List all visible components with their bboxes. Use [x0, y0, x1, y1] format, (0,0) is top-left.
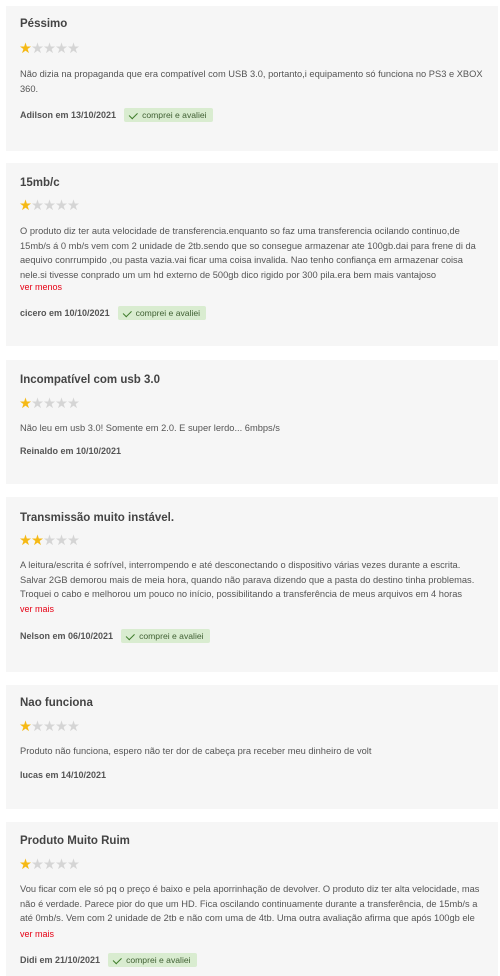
review-author-date: Reinaldo em 10/10/2021	[20, 446, 122, 456]
check-icon	[128, 109, 138, 119]
review-card: Nao funciona ★ ★ ★ ★ ★ Produto não funci…	[6, 685, 498, 809]
star-empty-icon: ★	[43, 719, 56, 735]
review-card: Péssimo ★ ★ ★ ★ ★ Não dizia na propagand…	[6, 6, 498, 151]
review-meta: Nelson em 06/10/2021 comprei e avaliei	[20, 629, 210, 643]
star-empty-icon: ★	[31, 719, 44, 735]
star-empty-icon: ★	[55, 857, 68, 873]
star-empty-icon: ★	[55, 396, 68, 412]
star-empty-icon: ★	[31, 857, 44, 873]
star-filled-icon: ★	[19, 396, 32, 412]
review-card: Produto Muito Ruim ★ ★ ★ ★ ★ Vou ficar c…	[6, 822, 498, 976]
star-empty-icon: ★	[43, 41, 56, 57]
review-author-date: cicero em 10/10/2021	[20, 308, 110, 318]
review-card: Incompatível com usb 3.0 ★ ★ ★ ★ ★ Não l…	[6, 360, 498, 484]
review-text: Vou ficar com ele só pq o preço é baixo …	[20, 884, 480, 923]
see-less-link[interactable]: ver menos	[20, 282, 62, 292]
star-empty-icon: ★	[43, 198, 56, 214]
star-empty-icon: ★	[67, 41, 80, 57]
star-filled-icon: ★	[19, 533, 32, 549]
star-rating: ★ ★ ★ ★ ★	[19, 41, 80, 57]
star-empty-icon: ★	[55, 533, 68, 549]
star-empty-icon: ★	[67, 396, 80, 412]
star-empty-icon: ★	[55, 41, 68, 57]
star-filled-icon: ★	[19, 198, 32, 214]
review-meta: Didi em 21/10/2021 comprei e avaliei	[20, 953, 197, 967]
badge-label: comprei e avaliei	[126, 955, 191, 965]
see-more-link[interactable]: ver mais	[20, 604, 54, 614]
star-rating: ★ ★ ★ ★ ★	[19, 719, 80, 735]
review-author-date: lucas em 14/10/2021	[20, 770, 107, 780]
star-empty-icon: ★	[55, 198, 68, 214]
review-text: A leitura/escrita é sofrível, interrompe…	[20, 560, 475, 599]
review-title: Incompatível com usb 3.0	[20, 374, 160, 386]
badge-label: comprei e avaliei	[142, 110, 207, 120]
verified-purchase-badge: comprei e avaliei	[117, 306, 207, 320]
star-empty-icon: ★	[31, 198, 44, 214]
review-text: Não leu em usb 3.0! Somente em 2.0. E su…	[20, 423, 280, 433]
star-empty-icon: ★	[67, 719, 80, 735]
star-empty-icon: ★	[67, 198, 80, 214]
review-meta: cicero em 10/10/2021 comprei e avaliei	[20, 306, 207, 320]
review-title: Nao funciona	[20, 697, 93, 709]
review-author-date: Didi em 21/10/2021	[20, 955, 101, 965]
review-author-date: Adilson em 13/10/2021	[20, 110, 117, 120]
reviews-list: Péssimo ★ ★ ★ ★ ★ Não dizia na propagand…	[0, 0, 500, 976]
star-empty-icon: ★	[31, 41, 44, 57]
check-icon	[125, 630, 135, 640]
review-meta: Reinaldo em 10/10/2021	[20, 446, 121, 456]
review-title: Transmissão muito instável.	[20, 512, 175, 524]
review-card: 15mb/c ★ ★ ★ ★ ★ O produto diz ter auta …	[6, 163, 498, 346]
star-empty-icon: ★	[43, 533, 56, 549]
review-title: 15mb/c	[20, 177, 60, 189]
star-rating: ★ ★ ★ ★ ★	[19, 857, 80, 873]
review-card: Transmissão muito instável. ★ ★ ★ ★ ★ A …	[6, 497, 498, 672]
review-text: O produto diz ter auta velocidade de tra…	[20, 226, 476, 280]
star-empty-icon: ★	[43, 396, 56, 412]
star-rating: ★ ★ ★ ★ ★	[19, 533, 80, 549]
star-filled-icon: ★	[19, 719, 32, 735]
check-icon	[122, 307, 132, 317]
star-empty-icon: ★	[67, 533, 80, 549]
star-empty-icon: ★	[67, 857, 80, 873]
star-rating: ★ ★ ★ ★ ★	[19, 198, 80, 214]
star-empty-icon: ★	[31, 396, 44, 412]
badge-label: comprei e avaliei	[139, 631, 204, 641]
star-filled-icon: ★	[31, 533, 44, 549]
review-title: Produto Muito Ruim	[20, 835, 130, 847]
check-icon	[112, 954, 122, 964]
review-meta: lucas em 14/10/2021	[20, 770, 106, 780]
see-more-link[interactable]: ver mais	[20, 929, 54, 939]
review-text: Não dizia na propaganda que era compatív…	[20, 69, 483, 94]
star-empty-icon: ★	[43, 857, 56, 873]
review-title: Péssimo	[20, 18, 68, 30]
badge-label: comprei e avaliei	[135, 308, 201, 318]
verified-purchase-badge: comprei e avaliei	[121, 629, 210, 643]
review-author-date: Nelson em 06/10/2021	[20, 631, 114, 641]
star-rating: ★ ★ ★ ★ ★	[19, 396, 80, 412]
review-text: Produto não funciona, espero não ter dor…	[20, 746, 372, 756]
star-empty-icon: ★	[55, 719, 68, 735]
star-filled-icon: ★	[19, 857, 32, 873]
review-meta: Adilson em 13/10/2021 comprei e avaliei	[20, 108, 213, 122]
verified-purchase-badge: comprei e avaliei	[108, 953, 197, 967]
star-filled-icon: ★	[19, 41, 32, 57]
verified-purchase-badge: comprei e avaliei	[124, 108, 213, 122]
